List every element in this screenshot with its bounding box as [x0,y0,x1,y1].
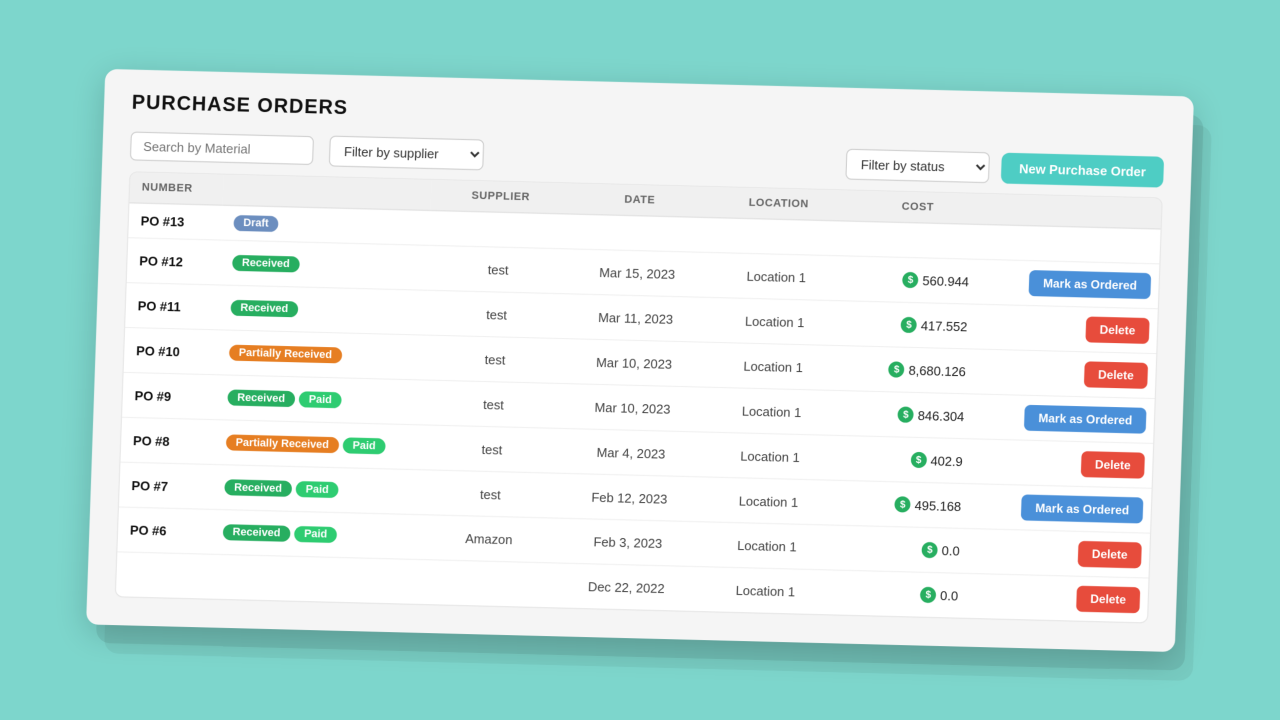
dollar-icon: $ [895,496,911,512]
cost-cell: $8,680.126 [842,345,983,393]
dollar-icon: $ [901,316,917,332]
status-badge: Received [230,299,298,317]
po-number-cell: PO #10 [124,327,218,374]
dollar-icon: $ [902,271,918,287]
location-cell: Location 1 [698,476,839,524]
dollar-icon: $ [898,406,914,422]
cost-cell: $402.9 [839,435,980,483]
col-header-date: DATE [570,183,710,217]
date-cell: Mar 4, 2023 [561,428,702,476]
date-cell: Mar 10, 2023 [562,383,703,431]
status-cell: Partially Received [216,329,426,379]
date-cell: Feb 12, 2023 [559,473,700,521]
col-header-supplier: SUPPLIER [431,180,571,214]
location-cell: Location 1 [703,342,844,390]
action-cell: Mark as Ordered [984,259,1159,308]
status-badge: Received [222,524,290,542]
cost-value: 560.944 [922,272,969,288]
col-header-number: NUMBER [129,172,223,205]
po-number-cell [116,551,210,598]
status-badge: Received [224,479,292,497]
action-cell: Mark as Ordered [979,394,1154,443]
status-cell [208,554,418,604]
delete-button[interactable]: Delete [1085,316,1149,344]
cost-cell: $417.552 [843,300,984,348]
search-input[interactable] [130,131,314,165]
date-cell: Feb 3, 2023 [558,518,699,566]
supplier-cell: test [423,379,564,427]
mark-as-ordered-button[interactable]: Mark as Ordered [1029,270,1151,299]
new-purchase-order-button[interactable]: New Purchase Order [1001,152,1164,187]
action-cell: Delete [982,304,1157,353]
supplier-cell [417,559,558,607]
supplier-cell: test [422,424,563,472]
cost-value: 417.552 [921,317,968,333]
supplier-filter[interactable]: Filter by supplier [329,135,484,170]
supplier-cell [429,210,569,248]
location-cell: Location 1 [701,387,842,435]
cost-value: 8,680.126 [908,362,966,378]
right-filters: Filter by status New Purchase Order [845,148,1164,187]
delete-button[interactable]: Delete [1078,540,1142,568]
orders-table: NUMBER SUPPLIER DATE LOCATION COST PO #1… [116,172,1162,622]
date-cell: Mar 11, 2023 [565,293,706,341]
supplier-cell: test [425,335,566,383]
date-cell [568,213,708,251]
location-cell [707,217,847,255]
cost-value: 846.304 [918,407,965,423]
date-cell: Mar 10, 2023 [564,338,705,386]
location-cell: Location 1 [704,297,845,345]
page-title: PURCHASE ORDERS [131,91,1165,140]
status-badge: Paid [342,437,385,454]
po-number-cell: PO #9 [122,372,216,419]
mark-as-ordered-button[interactable]: Mark as Ordered [1021,494,1143,523]
status-badge: Received [227,389,295,407]
status-filter[interactable]: Filter by status [845,148,990,183]
delete-button[interactable]: Delete [1081,451,1145,479]
dollar-icon: $ [920,586,936,602]
filters-row: Filter by supplier Filter by status New … [130,130,1164,187]
mark-as-ordered-button[interactable]: Mark as Ordered [1024,404,1146,433]
dollar-icon: $ [910,451,926,467]
status-badge: Partially Received [229,344,343,363]
date-cell: Mar 15, 2023 [567,248,708,296]
status-cell: Received [218,284,428,334]
dollar-icon: $ [922,541,938,557]
cost-cell: $846.304 [840,390,981,438]
cost-cell [847,221,987,259]
cost-cell: $560.944 [845,255,986,303]
status-badge: Partially Received [225,434,339,453]
po-number-cell: PO #11 [125,282,219,329]
supplier-cell: test [420,469,561,517]
location-cell: Location 1 [700,431,841,479]
status-badge: Received [232,254,300,272]
orders-table-wrapper: NUMBER SUPPLIER DATE LOCATION COST PO #1… [115,171,1163,623]
col-header-status [222,174,432,210]
supplier-cell: test [426,290,567,338]
delete-button[interactable]: Delete [1084,361,1148,389]
supplier-cell: test [428,245,569,293]
col-header-location: LOCATION [709,187,849,221]
location-cell: Location 1 [706,252,847,300]
date-cell: Dec 22, 2022 [556,563,697,611]
purchase-orders-card: PURCHASE ORDERS Filter by supplier Filte… [86,68,1194,651]
table-body: PO #13DraftPO #12ReceivedtestMar 15, 202… [116,202,1161,622]
dollar-icon: $ [889,361,905,377]
supplier-cell: Amazon [419,514,560,562]
action-cell: Delete [981,349,1156,398]
